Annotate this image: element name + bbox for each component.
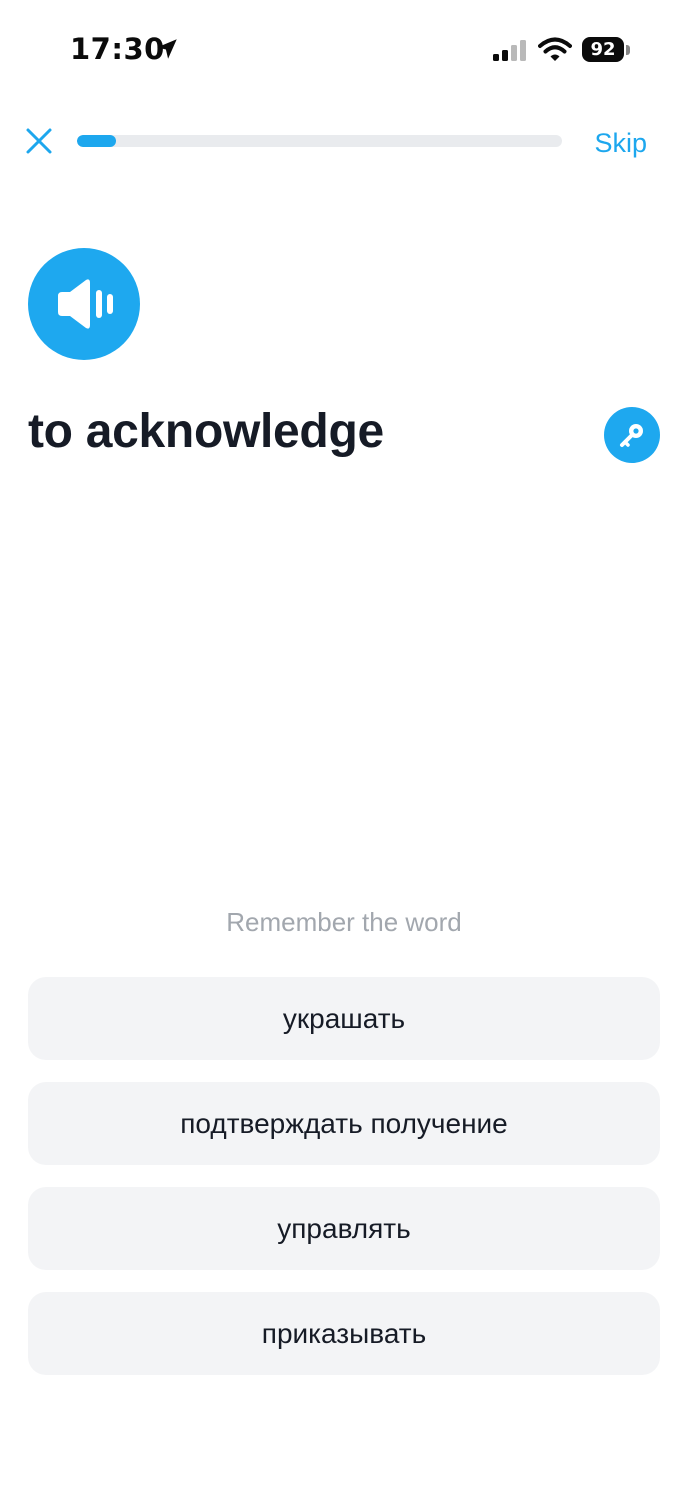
progress-fill xyxy=(77,135,116,147)
answer-option-3[interactable]: управлять xyxy=(28,1187,660,1270)
progress-bar xyxy=(77,135,562,147)
close-icon[interactable] xyxy=(20,122,58,160)
signal-icon xyxy=(493,40,526,61)
status-bar: 17:30 92 xyxy=(0,0,688,100)
word-title: to acknowledge xyxy=(28,405,384,458)
battery-tip xyxy=(626,45,630,55)
location-arrow-icon xyxy=(157,39,177,59)
hint-button[interactable] xyxy=(604,407,660,463)
status-time: 17:30 xyxy=(70,32,165,66)
key-icon xyxy=(620,424,643,447)
answer-option-2[interactable]: подтверждать получение xyxy=(28,1082,660,1165)
battery-icon: 92 xyxy=(582,37,624,62)
skip-button[interactable]: Skip xyxy=(594,128,647,159)
play-audio-button[interactable] xyxy=(28,248,140,360)
answer-option-1[interactable]: украшать xyxy=(28,977,660,1060)
speaker-icon xyxy=(58,279,113,329)
answer-option-4[interactable]: приказывать xyxy=(28,1292,660,1375)
answer-options: украшать подтверждать получение управлят… xyxy=(28,977,660,1397)
wifi-icon xyxy=(538,37,572,61)
instruction-text: Remember the word xyxy=(226,907,462,937)
battery-level: 92 xyxy=(590,39,616,60)
